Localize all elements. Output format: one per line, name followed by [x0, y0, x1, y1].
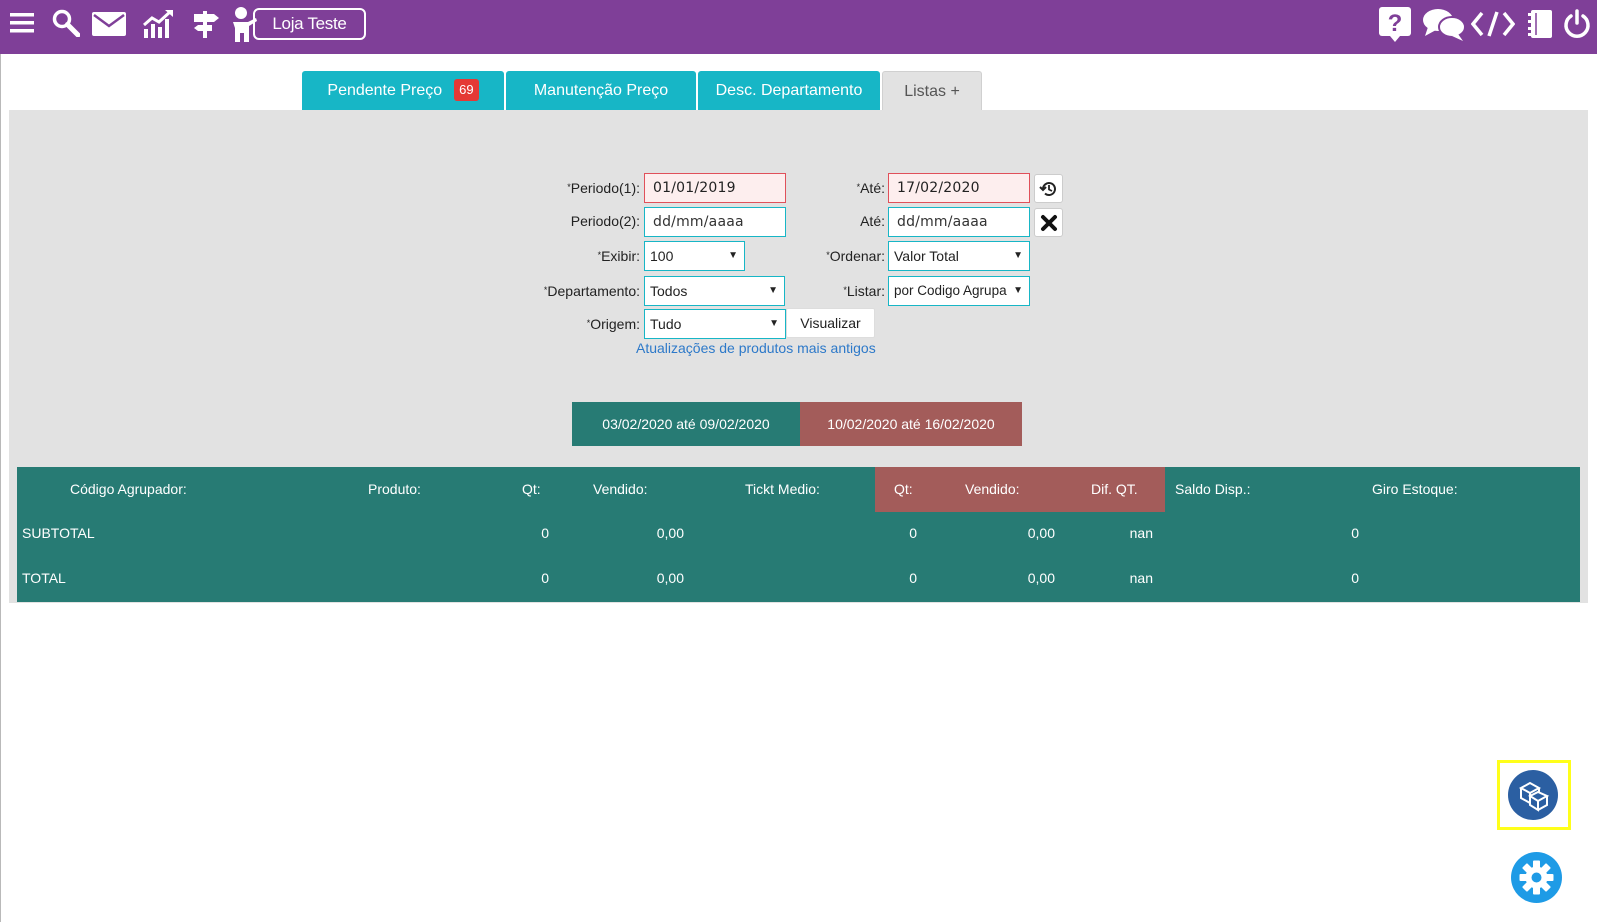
notebook-icon[interactable]	[1527, 9, 1553, 39]
cell-saldo-disp: 0	[1351, 570, 1359, 586]
col-vendido-1: Vendido:	[593, 481, 648, 497]
search-icon[interactable]	[52, 9, 80, 37]
older-updates-link[interactable]: Atualizações de produtos mais antigos	[636, 340, 876, 356]
left-border	[0, 54, 1, 922]
ordenar-label: *Ordenar:	[826, 248, 885, 264]
tab-label: Desc. Departamento	[715, 82, 863, 99]
col-giro-estoque: Giro Estoque:	[1372, 481, 1458, 497]
signpost-icon[interactable]	[192, 9, 220, 39]
listar-value: por Codigo Agrupa	[894, 283, 1007, 298]
close-icon	[1041, 215, 1057, 231]
cell-vendido-1: 0,00	[656, 570, 684, 586]
gear-icon	[1511, 852, 1562, 903]
listar-select[interactable]: por Codigo Agrupa ▼	[888, 276, 1030, 306]
ate2-input[interactable]: dd/mm/aaaa	[888, 207, 1030, 237]
code-icon[interactable]	[1471, 11, 1515, 37]
cell-qt-1: 0	[541, 525, 549, 541]
ate2-label: Até:	[860, 213, 885, 229]
exibir-label: *Exibir:	[597, 248, 640, 264]
listar-label: *Listar:	[843, 283, 885, 299]
exibir-select[interactable]: 100 ▼	[644, 241, 745, 271]
mail-icon[interactable]	[91, 11, 127, 37]
periodo2-input[interactable]: dd/mm/aaaa	[644, 207, 786, 237]
help-icon[interactable]: ?	[1379, 7, 1411, 43]
tab-manutencao-preco[interactable]: Manutenção Preço	[506, 71, 696, 111]
history-button[interactable]	[1034, 174, 1063, 203]
col-saldo-disp: Saldo Disp.:	[1175, 481, 1251, 497]
tab-label: Listas +	[904, 83, 960, 100]
col-produto: Produto:	[368, 481, 421, 497]
cell-dif-qt: nan	[1129, 570, 1153, 586]
cell-qt-2: 0	[909, 570, 917, 586]
caret-down-icon: ▼	[728, 250, 738, 261]
svg-text:?: ?	[1388, 10, 1403, 37]
clear-button[interactable]	[1034, 208, 1063, 237]
caret-down-icon: ▼	[768, 285, 778, 296]
cell-saldo-disp: 0	[1351, 525, 1359, 541]
cell-vendido-2: 0,00	[1027, 570, 1055, 586]
chat-icon[interactable]	[1422, 6, 1466, 42]
caret-down-icon: ▼	[1013, 285, 1023, 296]
tab-pendente-preco[interactable]: Pendente Preço 69	[302, 71, 504, 111]
caret-down-icon: ▼	[1013, 250, 1023, 261]
ordenar-select[interactable]: Valor Total ▼	[888, 241, 1030, 271]
cell-qt-2: 0	[909, 525, 917, 541]
col-vendido-2: Vendido:	[965, 481, 1020, 497]
caret-down-icon: ▼	[769, 318, 779, 329]
col-qt-2: Qt:	[894, 481, 913, 497]
col-dif-qt: Dif. QT.	[1091, 481, 1138, 497]
col-codigo-agrupador: Código Agrupador:	[70, 481, 187, 497]
cell-dif-qt: nan	[1129, 525, 1153, 541]
ate1-input[interactable]: 17/02/2020	[888, 173, 1030, 203]
periodo2-label: Periodo(2):	[570, 213, 640, 229]
departamento-label: *Departamento:	[543, 283, 640, 299]
tab-desc-departamento[interactable]: Desc. Departamento	[698, 71, 880, 111]
periodo1-label: *Periodo(1):	[567, 180, 640, 196]
ate1-label: *Até:	[856, 180, 885, 196]
origem-label: *Origem:	[586, 316, 640, 332]
chart-icon[interactable]	[143, 9, 175, 39]
period1-header: 03/02/2020 até 09/02/2020	[572, 402, 800, 446]
cell-qt-1: 0	[541, 570, 549, 586]
departamento-value: Todos	[650, 283, 688, 299]
tab-listas[interactable]: Listas +	[882, 71, 982, 111]
origem-value: Tudo	[650, 316, 682, 332]
history-icon	[1039, 182, 1056, 197]
settings-button[interactable]	[1511, 852, 1562, 903]
pending-count-badge: 69	[454, 79, 479, 101]
row-label: SUBTOTAL	[22, 525, 95, 541]
cell-vendido-1: 0,00	[656, 525, 684, 541]
cell-vendido-2: 0,00	[1027, 525, 1055, 541]
col-qt-1: Qt:	[522, 481, 541, 497]
visualizar-button[interactable]: Visualizar	[786, 308, 875, 338]
boxes-button[interactable]	[1508, 770, 1558, 820]
tab-label: Manutenção Preço	[533, 82, 669, 99]
origem-select[interactable]: Tudo ▼	[644, 309, 786, 339]
tab-label: Pendente Preço	[327, 82, 443, 99]
menu-icon[interactable]	[10, 13, 34, 33]
row-label: TOTAL	[22, 570, 66, 586]
ordenar-value: Valor Total	[894, 248, 959, 264]
exibir-value: 100	[650, 248, 674, 264]
store-selector-button[interactable]: Loja Teste	[253, 8, 366, 40]
periodo1-input[interactable]: 01/01/2019	[644, 173, 786, 203]
col-ticket-medio: Tickt Medio:	[745, 481, 820, 497]
boxes-icon	[1518, 781, 1550, 812]
period2-header: 10/02/2020 até 16/02/2020	[800, 402, 1022, 446]
departamento-select[interactable]: Todos ▼	[644, 276, 785, 306]
power-icon[interactable]	[1563, 9, 1591, 39]
top-navbar: Loja Teste ?	[0, 0, 1597, 54]
